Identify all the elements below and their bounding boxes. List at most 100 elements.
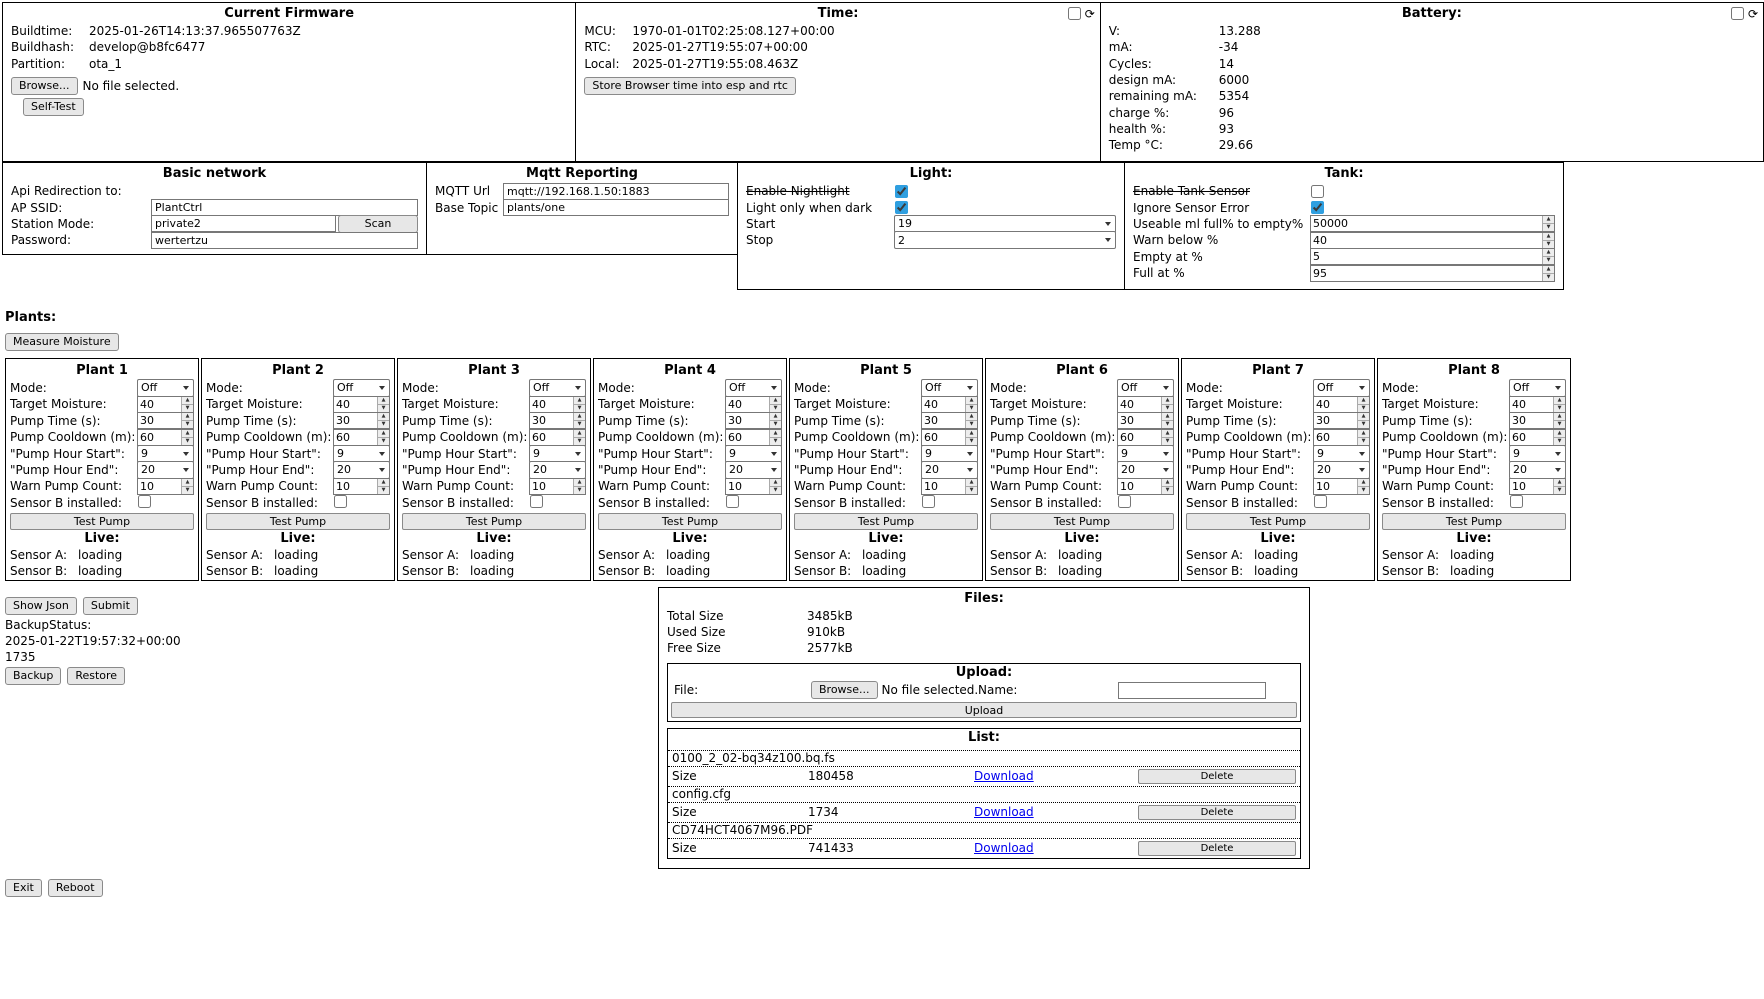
spinner-icon[interactable]: ▲▼	[1542, 216, 1554, 231]
refresh-icon[interactable]: ⟳	[1748, 8, 1758, 20]
sensor-b-checkbox[interactable]	[334, 495, 347, 508]
mode-select[interactable]: Off	[725, 379, 782, 397]
spinner-icon[interactable]: ▲▼	[769, 397, 781, 412]
pump-hour-end-select[interactable]: 20	[921, 461, 978, 479]
upload-browse-button[interactable]: Browse...	[811, 681, 878, 699]
light-stop-select[interactable]: 2	[894, 231, 1116, 249]
tank-warn-input[interactable]	[1311, 233, 1542, 248]
tank-empty-input[interactable]	[1311, 249, 1542, 264]
spinner-icon[interactable]: ▲▼	[573, 397, 585, 412]
pump-hour-end-select[interactable]: 20	[529, 461, 586, 479]
pump-hour-start-select[interactable]: 9	[333, 445, 390, 463]
pump-cooldown-input[interactable]	[1314, 430, 1357, 445]
mode-select[interactable]: Off	[333, 379, 390, 397]
spinner-icon[interactable]: ▲▼	[573, 479, 585, 494]
download-link[interactable]: Download	[974, 841, 1138, 855]
pump-hour-end-select[interactable]: 20	[137, 461, 194, 479]
delete-button[interactable]: Delete	[1138, 841, 1296, 856]
password-input[interactable]	[151, 232, 418, 249]
pump-cooldown-input[interactable]	[334, 430, 377, 445]
spinner-icon[interactable]: ▲▼	[377, 413, 389, 428]
pump-cooldown-input[interactable]	[1118, 430, 1161, 445]
pump-hour-end-select[interactable]: 20	[333, 461, 390, 479]
pump-hour-start-select[interactable]: 9	[921, 445, 978, 463]
spinner-icon[interactable]: ▲▼	[1542, 266, 1554, 281]
spinner-icon[interactable]: ▲▼	[965, 430, 977, 445]
tank-enable-checkbox[interactable]	[1311, 185, 1324, 198]
mode-select[interactable]: Off	[1313, 379, 1370, 397]
pump-hour-start-select[interactable]: 9	[725, 445, 782, 463]
light-start-select[interactable]: 19	[894, 215, 1116, 233]
spinner-icon[interactable]: ▲▼	[1357, 479, 1369, 494]
spinner-icon[interactable]: ▲▼	[1542, 233, 1554, 248]
pump-time-input[interactable]	[1510, 413, 1553, 428]
tank-useable-input[interactable]	[1311, 216, 1542, 231]
pump-hour-start-select[interactable]: 9	[137, 445, 194, 463]
exit-button[interactable]: Exit	[5, 879, 42, 897]
spinner-icon[interactable]: ▲▼	[1553, 430, 1565, 445]
delete-button[interactable]: Delete	[1138, 769, 1296, 784]
pump-time-input[interactable]	[334, 413, 377, 428]
spinner-icon[interactable]: ▲▼	[181, 413, 193, 428]
test-pump-button[interactable]: Test Pump	[10, 513, 194, 530]
pump-hour-start-select[interactable]: 9	[529, 445, 586, 463]
sensor-b-checkbox[interactable]	[1118, 495, 1131, 508]
spinner-icon[interactable]: ▲▼	[965, 413, 977, 428]
sensor-b-checkbox[interactable]	[726, 495, 739, 508]
warn-pump-count-input[interactable]	[726, 479, 769, 494]
reboot-button[interactable]: Reboot	[48, 879, 103, 897]
test-pump-button[interactable]: Test Pump	[1186, 513, 1370, 530]
tank-full-input[interactable]	[1311, 266, 1542, 281]
spinner-icon[interactable]: ▲▼	[1357, 413, 1369, 428]
spinner-icon[interactable]: ▲▼	[573, 430, 585, 445]
spinner-icon[interactable]: ▲▼	[1553, 413, 1565, 428]
spinner-icon[interactable]: ▲▼	[1161, 397, 1173, 412]
restore-button[interactable]: Restore	[67, 667, 125, 685]
tank-ignore-checkbox[interactable]	[1311, 201, 1324, 214]
sensor-b-checkbox[interactable]	[1510, 495, 1523, 508]
test-pump-button[interactable]: Test Pump	[598, 513, 782, 530]
spinner-icon[interactable]: ▲▼	[1553, 397, 1565, 412]
target-moisture-input[interactable]	[1314, 397, 1357, 412]
spinner-icon[interactable]: ▲▼	[769, 479, 781, 494]
spinner-icon[interactable]: ▲▼	[181, 430, 193, 445]
spinner-icon[interactable]: ▲▼	[377, 430, 389, 445]
test-pump-button[interactable]: Test Pump	[206, 513, 390, 530]
pump-hour-end-select[interactable]: 20	[1313, 461, 1370, 479]
spinner-icon[interactable]: ▲▼	[573, 413, 585, 428]
warn-pump-count-input[interactable]	[334, 479, 377, 494]
show-json-button[interactable]: Show Json	[5, 597, 77, 615]
test-pump-button[interactable]: Test Pump	[1382, 513, 1566, 530]
only-dark-checkbox[interactable]	[895, 201, 908, 214]
spinner-icon[interactable]: ▲▼	[1542, 249, 1554, 264]
sensor-b-checkbox[interactable]	[922, 495, 935, 508]
submit-button[interactable]: Submit	[83, 597, 138, 615]
mode-select[interactable]: Off	[1509, 379, 1566, 397]
upload-button[interactable]: Upload	[671, 702, 1297, 718]
pump-time-input[interactable]	[138, 413, 181, 428]
target-moisture-input[interactable]	[530, 397, 573, 412]
sensor-b-checkbox[interactable]	[1314, 495, 1327, 508]
sensor-b-checkbox[interactable]	[530, 495, 543, 508]
target-moisture-input[interactable]	[1118, 397, 1161, 412]
download-link[interactable]: Download	[974, 805, 1138, 819]
spinner-icon[interactable]: ▲▼	[1553, 479, 1565, 494]
mode-select[interactable]: Off	[1117, 379, 1174, 397]
spinner-icon[interactable]: ▲▼	[1161, 479, 1173, 494]
scan-button[interactable]: Scan	[338, 215, 418, 233]
warn-pump-count-input[interactable]	[1314, 479, 1357, 494]
refresh-icon[interactable]: ⟳	[1085, 8, 1095, 20]
pump-hour-start-select[interactable]: 9	[1313, 445, 1370, 463]
spinner-icon[interactable]: ▲▼	[965, 479, 977, 494]
mode-select[interactable]: Off	[529, 379, 586, 397]
measure-moisture-button[interactable]: Measure Moisture	[5, 333, 119, 351]
spinner-icon[interactable]: ▲▼	[1357, 430, 1369, 445]
pump-time-input[interactable]	[1118, 413, 1161, 428]
spinner-icon[interactable]: ▲▼	[377, 397, 389, 412]
warn-pump-count-input[interactable]	[1118, 479, 1161, 494]
backup-button[interactable]: Backup	[5, 667, 61, 685]
ap-ssid-input[interactable]	[151, 199, 418, 216]
pump-cooldown-input[interactable]	[530, 430, 573, 445]
download-link[interactable]: Download	[974, 769, 1138, 783]
spinner-icon[interactable]: ▲▼	[181, 479, 193, 494]
